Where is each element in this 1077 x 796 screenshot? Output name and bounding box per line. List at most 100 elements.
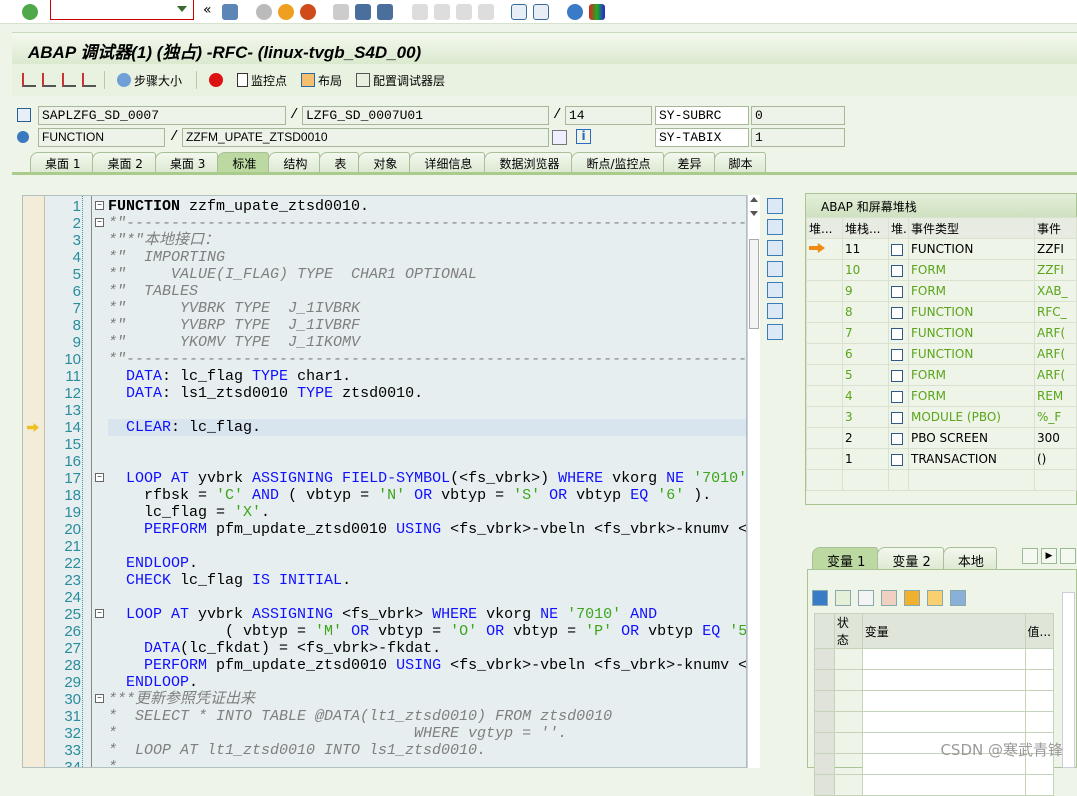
variable-cell[interactable] [861, 711, 1026, 733]
scroll-up-icon[interactable] [750, 197, 758, 202]
execute-step-button[interactable] [42, 73, 56, 87]
first-page-icon[interactable] [412, 4, 428, 20]
sy-field-1-value[interactable]: 0 [751, 106, 845, 125]
code-line[interactable]: 9 *" YKOMV TYPE J_1IKOMV [23, 334, 746, 351]
delete-row-icon[interactable] [881, 590, 897, 606]
stack-row[interactable]: 10 FORM ZZFI [806, 259, 1077, 281]
stop-button[interactable] [209, 73, 224, 87]
code-line[interactable]: 3 *"*"本地接口： [23, 232, 746, 249]
code-line[interactable]: 11 DATA: lc_flag TYPE char1. [23, 368, 746, 385]
move-icon[interactable] [904, 590, 920, 606]
row-selector[interactable] [814, 753, 835, 775]
command-field[interactable] [50, 0, 194, 20]
program-field[interactable]: SAPLZFG_SD_0007 [38, 106, 286, 125]
fold-toggle-icon[interactable]: − [95, 201, 104, 210]
stack-column-header[interactable]: 堆. [888, 217, 909, 239]
maximize-icon[interactable] [767, 261, 783, 277]
code-line[interactable]: 33 * LOOP AT lt1_ztsd0010 INTO ls1_ztsd00… [23, 742, 746, 759]
stack-row[interactable]: 9 FORM XAB_ [806, 280, 1077, 302]
fold-toggle-icon[interactable]: − [95, 218, 104, 227]
stack-column-header[interactable]: 堆... [806, 217, 843, 239]
tab-10[interactable]: 断点/监控点 [571, 152, 664, 172]
code-line[interactable]: 17 − LOOP AT yvbrk ASSIGNING FIELD-SYMBOL… [23, 470, 746, 487]
resize-icon[interactable] [767, 282, 783, 298]
variable-tab-3[interactable]: 本地 [942, 547, 997, 570]
sy-field-1-name[interactable]: SY-SUBRC [655, 106, 749, 125]
chevron-down-icon[interactable] [177, 6, 187, 12]
info-icon[interactable]: i [576, 129, 591, 144]
tab-7[interactable]: 对象 [358, 152, 411, 172]
fold-toggle-icon[interactable]: − [95, 694, 104, 703]
row-selector[interactable] [814, 732, 835, 754]
tab-next-icon[interactable]: ▶ [1041, 548, 1057, 564]
headset-icon[interactable] [767, 303, 783, 319]
code-line[interactable]: 14 CLEAR: lc_flag. [23, 419, 746, 436]
column-header-variable[interactable]: 变量 [861, 613, 1026, 649]
close-pane-icon[interactable] [767, 198, 783, 214]
stack-column-header[interactable]: 事件类型 [908, 217, 1035, 239]
code-line[interactable]: 27 DATA(lc_fkdat) = <fs_vbrk>-fkdat. [23, 640, 746, 657]
variable-cell[interactable] [861, 648, 1026, 670]
row-selector[interactable] [814, 690, 835, 712]
source-code-editor[interactable]: 1− FUNCTION zzfm_upate_ztsd0010. 2− *"-----… [22, 195, 747, 768]
tab-2[interactable]: 桌面 2 [92, 152, 156, 172]
tab-3[interactable]: 桌面 3 [154, 152, 219, 172]
code-line[interactable]: 8 *" YVBRP TYPE J_1IVBRF [23, 317, 746, 334]
code-line[interactable]: 1 − FUNCTION zzfm_upate_ztsd0010. [23, 198, 746, 215]
code-line[interactable]: 10 *"------------------------------------… [23, 351, 746, 368]
tab-9[interactable]: 数据浏览器 [484, 152, 573, 172]
code-line[interactable]: 26 ( vbtyp = 'M' OR vbtyp = 'O' OR vbtyp… [23, 623, 746, 640]
shortcut-icon[interactable] [533, 4, 549, 20]
transfer-icon[interactable] [927, 590, 943, 606]
code-line[interactable]: 12 DATA: ls1_ztsd0010 TYPE ztsd0010. [23, 385, 746, 402]
stack-column-header[interactable]: 事件 [1034, 217, 1077, 239]
settings-icon[interactable] [767, 324, 783, 340]
stack-row[interactable]: 8 FUNCTION RFC_ [806, 301, 1077, 323]
stack-row[interactable]: 11 FUNCTION ZZFI [806, 238, 1077, 260]
tab-1[interactable]: 桌面 1 [30, 152, 94, 172]
editor-scrollbar[interactable] [747, 195, 760, 768]
fold-toggle-icon[interactable]: − [95, 609, 104, 618]
code-line[interactable]: 19 lc_flag = 'X'. [23, 504, 746, 521]
scroll-thumb[interactable] [749, 239, 759, 329]
code-line[interactable]: 4 *" IMPORTING [23, 249, 746, 266]
swap-pane-icon[interactable] [767, 240, 783, 256]
code-line[interactable]: 30 − ***更新参照凭证出来 [23, 691, 746, 708]
code-line[interactable]: 28 PERFORM pfm_update_ztsd0010 USING <fs… [23, 657, 746, 674]
row-selector[interactable] [814, 669, 835, 691]
append-row-icon[interactable] [858, 590, 874, 606]
tab-6[interactable]: 表 [319, 152, 360, 172]
code-line[interactable]: 18 rfbsk = 'C' AND ( vbtyp = 'N' OR vbty… [23, 487, 746, 504]
find-next-icon[interactable] [377, 4, 393, 20]
navigate-icon[interactable] [552, 130, 567, 145]
new-pane-icon[interactable] [767, 219, 783, 235]
return-button[interactable] [62, 73, 76, 87]
row-selector-header[interactable] [814, 613, 835, 649]
cancel-icon[interactable] [300, 4, 316, 20]
variable-row[interactable] [814, 711, 1055, 733]
tab-11[interactable]: 差异 [662, 152, 715, 172]
line-field[interactable]: 14 [565, 106, 652, 125]
tab-4[interactable]: 标准 [217, 152, 270, 172]
code-line[interactable]: 7 *" YVBRK TYPE J_1IVBRK [23, 300, 746, 317]
delete-icon[interactable] [812, 590, 828, 606]
variable-cell[interactable] [861, 774, 1026, 796]
event-name-field[interactable]: ZZFM_UPATE_ZTSD0010 [182, 128, 549, 147]
variable-row[interactable] [814, 690, 1055, 712]
row-selector[interactable] [814, 648, 835, 670]
variable-cell[interactable] [861, 690, 1026, 712]
code-line[interactable]: 5 *" VALUE(I_FLAG) TYPE CHAR1 OPTIONAL [23, 266, 746, 283]
last-page-icon[interactable] [478, 4, 494, 20]
variable-row[interactable] [814, 774, 1055, 796]
scroll-down-icon[interactable] [750, 211, 758, 216]
code-line[interactable]: 6 *" TABLES [23, 283, 746, 300]
stack-row[interactable]: 6 FUNCTION ARF( [806, 343, 1077, 365]
stack-row[interactable]: 1 TRANSACTION() [806, 448, 1077, 470]
stack-row[interactable]: 5 FORM ARF( [806, 364, 1077, 386]
code-line[interactable]: 2 − *"------------------------------------… [23, 215, 746, 232]
code-line[interactable]: 20 PERFORM pfm_update_ztsd0010 USING <fs… [23, 521, 746, 538]
code-line[interactable]: 23 CHECK lc_flag IS INITIAL. [23, 572, 746, 589]
code-line[interactable]: 24 [23, 589, 746, 606]
stack-row[interactable]: 2 PBO SCREEN 300 [806, 427, 1077, 449]
tab-8[interactable]: 详细信息 [409, 152, 486, 172]
